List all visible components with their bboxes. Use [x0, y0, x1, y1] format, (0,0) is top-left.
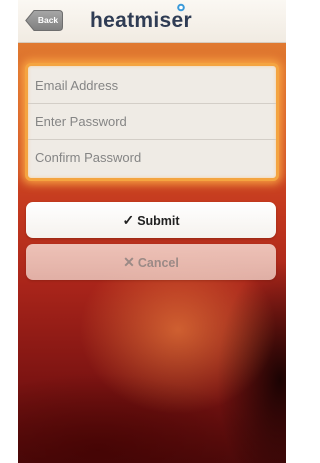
- confirm-password-input[interactable]: [28, 140, 276, 175]
- back-button[interactable]: Back: [25, 10, 63, 31]
- password-input[interactable]: [28, 104, 276, 139]
- close-icon: ✕: [123, 254, 135, 270]
- app-screen: Back heatmiser ✓Submit ✕Cancel: [18, 0, 286, 463]
- flame-icon: [177, 3, 185, 12]
- submit-button[interactable]: ✓ Submit: [26, 202, 276, 238]
- email-input[interactable]: [28, 68, 276, 103]
- app-logo: heatmiser: [90, 9, 192, 32]
- back-button-label: Back: [37, 15, 59, 25]
- cancel-label: Cancel: [137, 256, 179, 270]
- submit-label: Submit: [137, 214, 180, 228]
- navigation-bar: Back heatmiser: [18, 0, 286, 43]
- checkmark-icon: ✓: [122, 212, 135, 228]
- signup-form: [25, 63, 279, 181]
- cancel-button[interactable]: ✕ Cancel: [26, 244, 276, 280]
